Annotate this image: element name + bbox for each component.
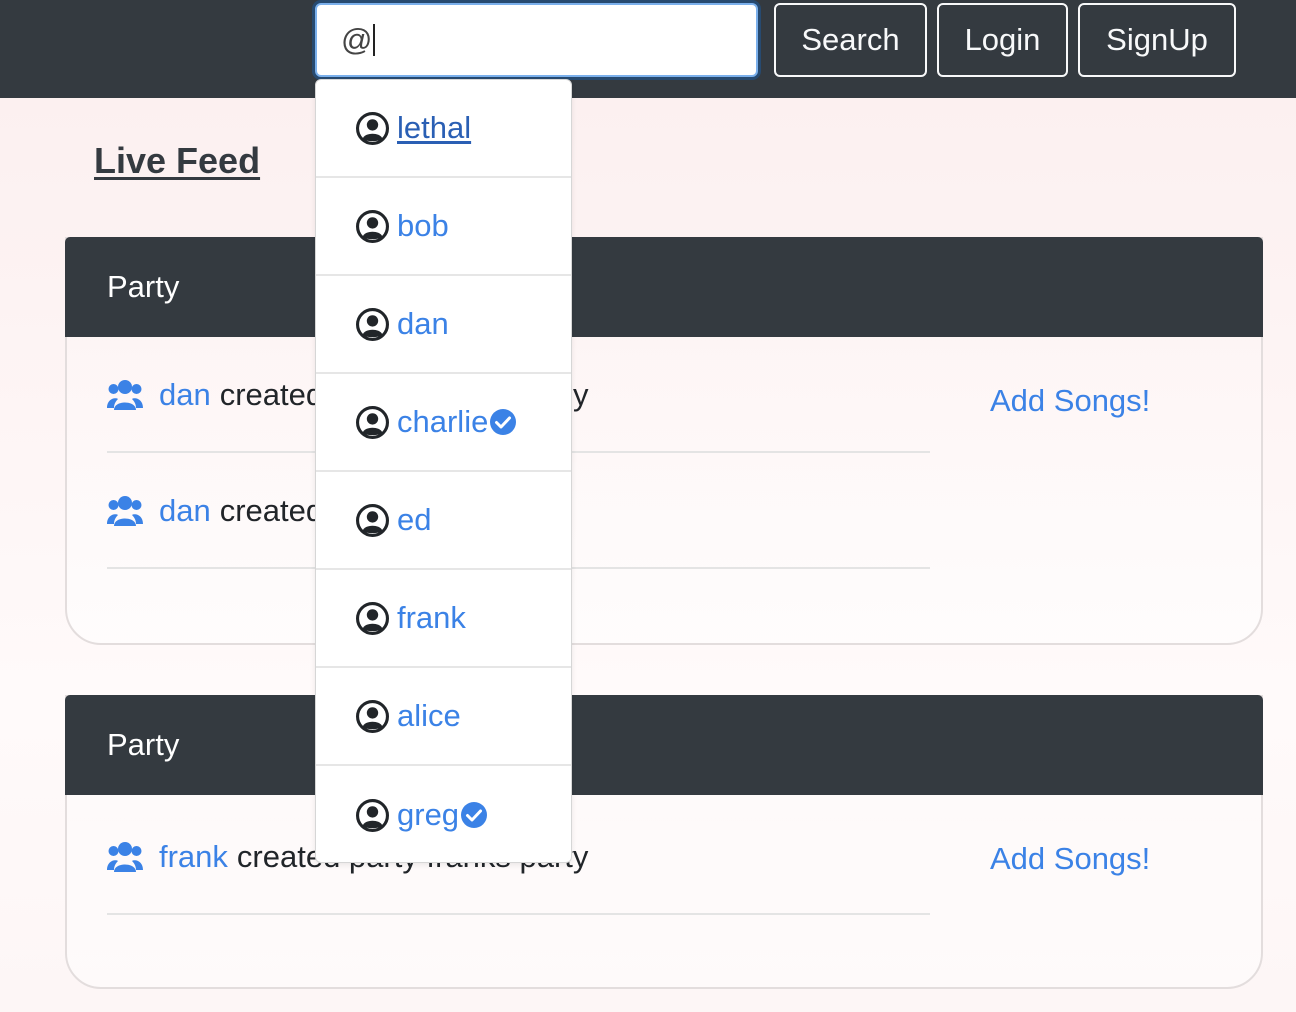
text-caret: [373, 24, 376, 56]
suggestion-item[interactable]: frank: [316, 570, 571, 668]
suggestion-username: lethal: [397, 110, 472, 145]
user-circle-icon: [356, 503, 389, 537]
user-circle-icon: [356, 209, 389, 243]
user-circle-icon: [356, 601, 389, 635]
feed-user-link[interactable]: dan: [159, 377, 211, 413]
party-card: Party dan created party y Add Songs! dan…: [65, 237, 1263, 645]
suggestion-item[interactable]: greg: [316, 766, 571, 864]
suggestion-username: ed: [397, 502, 432, 537]
user-circle-icon: [356, 699, 389, 733]
card-header: Party: [65, 695, 1263, 795]
suggestion-item[interactable]: bob: [316, 178, 571, 276]
verified-check-icon: [490, 409, 517, 435]
user-circle-icon: [356, 405, 389, 439]
login-button[interactable]: Login: [937, 3, 1068, 77]
live-feed-title[interactable]: Live Feed: [94, 140, 260, 182]
card-header: Party: [65, 237, 1263, 337]
navbar: @ Search Login SignUp: [0, 0, 1296, 98]
feed-text-tail: y: [573, 377, 589, 412]
user-circle-icon: [356, 307, 389, 341]
search-input-value: @: [341, 22, 373, 57]
add-songs-link[interactable]: Add Songs!: [990, 383, 1150, 419]
suggestion-username: bob: [397, 208, 449, 243]
users-group-icon: [107, 842, 143, 872]
signup-button[interactable]: SignUp: [1078, 3, 1236, 77]
party-card: Party frank created party franks party A…: [65, 695, 1263, 989]
feed-text: created: [219, 493, 324, 528]
suggestion-username: charlie: [397, 404, 489, 439]
suggestion-item[interactable]: alice: [316, 668, 571, 766]
feed-user-link[interactable]: frank: [159, 839, 228, 875]
search-input[interactable]: @: [315, 3, 758, 77]
suggestion-username: greg: [397, 797, 460, 832]
users-group-icon: [107, 496, 143, 526]
suggestion-item[interactable]: dan: [316, 276, 571, 374]
verified-check-icon: [461, 802, 488, 828]
search-button[interactable]: Search: [774, 3, 927, 77]
suggestion-username: alice: [397, 698, 461, 733]
feed-user-link[interactable]: dan: [159, 493, 211, 529]
suggestion-username: frank: [397, 600, 466, 635]
suggestion-item[interactable]: charlie: [316, 374, 571, 472]
add-songs-link[interactable]: Add Songs!: [990, 841, 1150, 877]
user-circle-icon: [356, 111, 389, 145]
suggestion-username: dan: [397, 306, 449, 341]
user-circle-icon: [356, 798, 389, 832]
suggestion-item[interactable]: lethal: [316, 80, 571, 178]
users-group-icon: [107, 380, 143, 410]
suggestion-item[interactable]: ed: [316, 472, 571, 570]
user-suggestion-dropdown: lethal bob dan charlie ed frank alice gr…: [315, 79, 572, 863]
